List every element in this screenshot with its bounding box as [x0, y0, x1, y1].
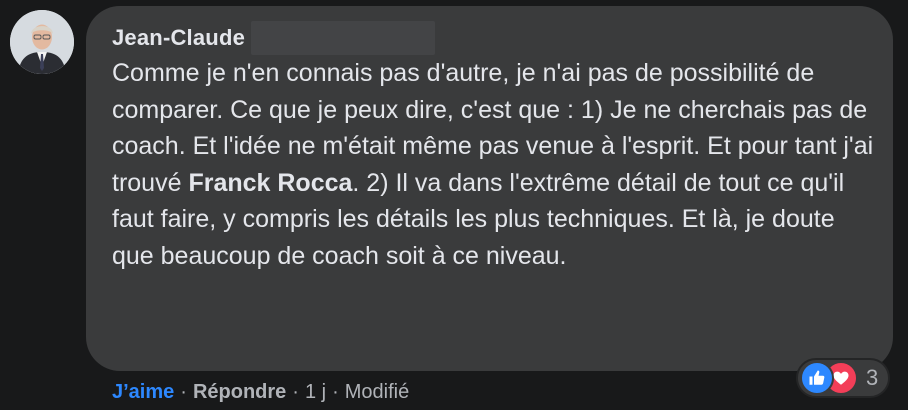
like-button[interactable]: J’aime [112, 381, 174, 404]
thumbs-up-icon [800, 361, 834, 395]
comment-container: Jean-Claude Comme je n'en connais pas d'… [0, 0, 908, 410]
comment-header: Jean-Claude [112, 21, 436, 55]
separator: · [180, 380, 187, 403]
reactions-summary[interactable]: 3 [796, 358, 891, 398]
edited-label[interactable]: Modifié [345, 381, 409, 404]
separator: · [292, 380, 299, 403]
redacted-surname [251, 21, 436, 55]
separator: · [332, 380, 339, 403]
reply-button[interactable]: Répondre [193, 381, 286, 404]
reaction-count: 3 [866, 365, 879, 390]
author-name[interactable]: Jean-Claude [112, 25, 245, 51]
comment-actions: J’aime · Répondre · 1 j · Modifié [112, 378, 409, 406]
comment-text: Comme je n'en connais pas d'autre, je n'… [112, 55, 882, 274]
timestamp[interactable]: 1 j [305, 381, 326, 404]
avatar[interactable] [10, 10, 74, 74]
mentioned-name[interactable]: Franck Rocca [188, 169, 352, 197]
